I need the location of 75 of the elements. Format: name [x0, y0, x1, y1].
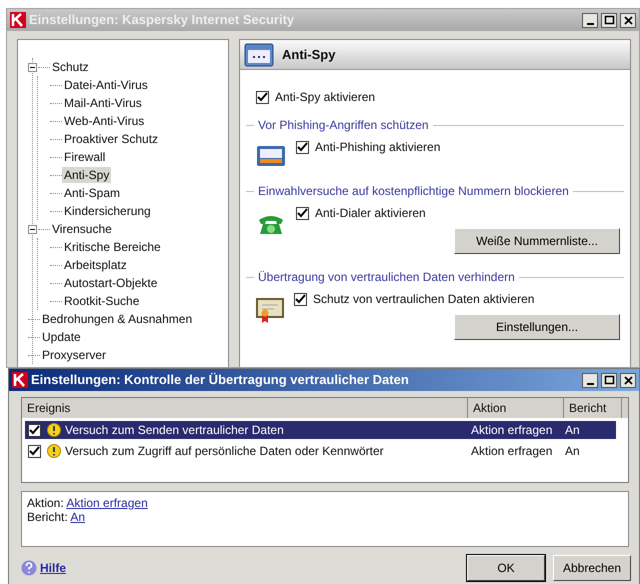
- column-header[interactable]: Aktion: [468, 398, 564, 418]
- detail-label: Aktion:: [27, 496, 64, 510]
- help-icon: [21, 560, 37, 576]
- checkbox[interactable]: [28, 424, 41, 436]
- panel-title: Anti-Spy: [282, 46, 336, 64]
- table-row[interactable]: Versuch zum Zugriff auf persönliche Daten oder Kennwörter Aktion erfragen An: [25, 442, 616, 460]
- section-title: Übertragung von vertraulichen Daten verhindern: [258, 269, 515, 286]
- table-cell-text: Aktion erfragen: [471, 422, 554, 439]
- checkbox-label: Anti-Dialer aktivieren: [315, 205, 426, 222]
- window-title: Einstellungen: Kaspersky Internet Security: [29, 11, 296, 30]
- close-button[interactable]: [620, 12, 636, 28]
- tree-item[interactable]: Mail-Anti-Virus: [62, 95, 144, 111]
- certificate-icon: [256, 296, 284, 324]
- section-title: Vor Phishing-Angriffen schützen: [258, 117, 429, 134]
- detail-label: Bericht:: [27, 510, 68, 524]
- minimize-button[interactable]: [582, 372, 598, 388]
- maximize-icon: [604, 374, 614, 386]
- column-header[interactable]: Bericht: [564, 398, 622, 418]
- tree-item[interactable]: Update: [40, 329, 83, 345]
- cancel-button[interactable]: Abbrechen: [553, 555, 631, 581]
- settings-button[interactable]: Einstellungen...: [454, 314, 620, 340]
- table-row[interactable]: Versuch zum Senden vertraulicher Daten Aktion erfragen An: [25, 421, 616, 439]
- tree-item[interactable]: Schutz: [50, 59, 91, 75]
- column-header[interactable]: Ereignis: [22, 398, 468, 418]
- table-cell-text: An: [565, 422, 580, 439]
- table-cell-text: Versuch zum Zugriff auf persönliche Daten oder Kennwörter: [65, 443, 385, 460]
- collapse-icon[interactable]: [28, 62, 37, 72]
- checkbox[interactable]: [28, 444, 41, 458]
- app-logo-icon: [10, 12, 26, 28]
- checkbox-label: Anti-Phishing aktivieren: [315, 139, 440, 156]
- tree-item[interactable]: Arbeitsplatz: [62, 257, 129, 273]
- tree-item[interactable]: Kindersicherung: [62, 203, 153, 219]
- detail-link[interactable]: Aktion erfragen: [66, 496, 148, 510]
- checkbox[interactable]: [256, 90, 269, 104]
- tree-item[interactable]: Web-Anti-Virus: [62, 113, 146, 129]
- tree-item[interactable]: Anti-Spam: [62, 185, 122, 201]
- close-icon: [622, 14, 634, 26]
- warning-icon: [47, 444, 61, 458]
- warning-icon: [47, 423, 61, 437]
- help-link[interactable]: Hilfe: [21, 559, 66, 577]
- checkbox-label: Schutz von vertraulichen Daten aktivieren: [313, 291, 534, 308]
- close-button[interactable]: [620, 372, 636, 388]
- maximize-icon: [604, 14, 614, 26]
- card-icon: [256, 144, 286, 168]
- checkbox[interactable]: [294, 292, 307, 306]
- minimize-icon: [586, 23, 594, 25]
- detail-link[interactable]: An: [70, 510, 86, 524]
- app-logo-icon: [12, 372, 28, 388]
- checkbox[interactable]: [296, 206, 309, 220]
- checkbox[interactable]: [296, 140, 309, 154]
- tree-item[interactable]: Autostart-Objekte: [62, 275, 160, 291]
- collapse-icon[interactable]: [28, 224, 37, 234]
- ok-button[interactable]: OK: [467, 555, 545, 581]
- tree-item[interactable]: Anti-Spy: [62, 167, 112, 183]
- tree-item[interactable]: Bedrohungen & Ausnahmen: [40, 311, 194, 327]
- maximize-button[interactable]: [601, 372, 617, 388]
- checkbox-label: Anti-Spy aktivieren: [275, 89, 376, 106]
- minimize-icon: [586, 383, 594, 385]
- window-icon: [244, 42, 274, 66]
- tree-item[interactable]: Proxyserver: [40, 347, 108, 363]
- table-cell-text: An: [565, 443, 580, 460]
- tree-item[interactable]: Virensuche: [50, 221, 114, 237]
- window-title: Einstellungen: Kontrolle der Übertragung vertraulicher Daten: [31, 371, 410, 390]
- tree-item[interactable]: Rootkit-Suche: [62, 293, 142, 309]
- minimize-button[interactable]: [582, 12, 598, 28]
- tree-item[interactable]: Kritische Bereiche: [62, 239, 163, 255]
- section-title: Einwahlversuche auf kostenpflichtige Nummern blockieren: [258, 183, 569, 200]
- table-cell-text: Aktion erfragen: [471, 443, 554, 460]
- close-icon: [622, 374, 634, 386]
- tree-item[interactable]: Datei-Anti-Virus: [62, 77, 150, 93]
- tree-item[interactable]: Firewall: [62, 149, 108, 165]
- maximize-button[interactable]: [601, 12, 617, 28]
- table-cell-text: Versuch zum Senden vertraulicher Daten: [65, 422, 285, 439]
- settings-button[interactable]: Weiße Nummernliste...: [454, 228, 620, 254]
- tree-item[interactable]: Proaktiver Schutz: [62, 131, 160, 147]
